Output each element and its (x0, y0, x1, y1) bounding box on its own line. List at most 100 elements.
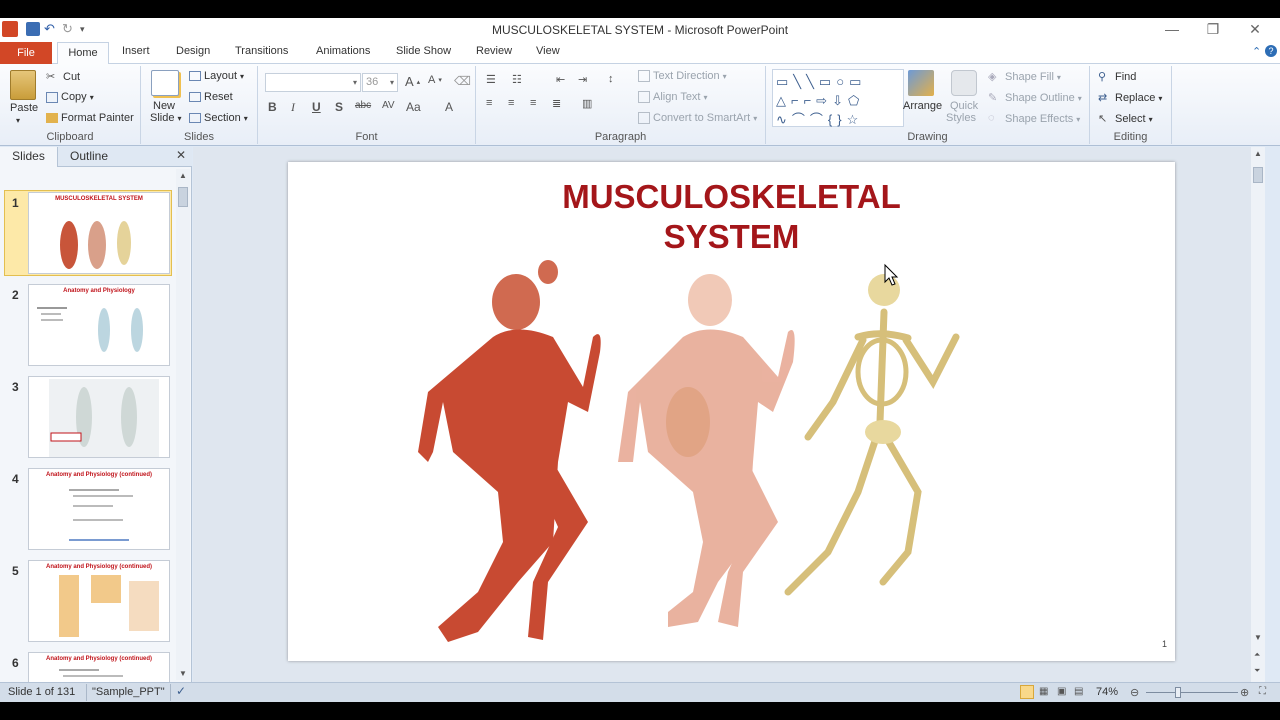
convert-smartart-button[interactable]: Convert to SmartArt ▾ (638, 112, 757, 124)
fit-to-window-icon[interactable]: ⛶ (1259, 686, 1266, 697)
font-color-icon[interactable]: A (445, 100, 453, 114)
change-case-icon[interactable]: Aa (406, 100, 421, 114)
close-icon[interactable]: ✕ (1245, 21, 1265, 38)
theme-name[interactable]: "Sample_PPT" (86, 684, 165, 701)
grow-font-icon[interactable]: A ▴ (405, 74, 420, 89)
align-center-icon[interactable]: ≡ (508, 97, 514, 109)
tab-design[interactable]: Design (176, 45, 210, 57)
tab-review[interactable]: Review (476, 45, 512, 57)
paste-icon[interactable] (10, 70, 36, 100)
thumbnail-row[interactable]: 4 Anatomy and Physiology (continued) (0, 468, 176, 556)
font-size-combo[interactable]: 36 ▾ (362, 73, 398, 92)
help-icon[interactable]: ? (1265, 45, 1277, 57)
bold-icon[interactable]: B (268, 100, 277, 114)
tab-slide-show[interactable]: Slide Show (396, 45, 451, 57)
quick-styles-button-line2[interactable]: Styles (946, 112, 976, 124)
slide-thumbnail[interactable]: Anatomy and Physiology (continued) (28, 468, 170, 550)
close-pane-icon[interactable]: ✕ (176, 148, 186, 162)
tab-transitions[interactable]: Transitions (235, 45, 288, 57)
scroll-up-icon[interactable]: ▲ (1254, 149, 1262, 158)
slide-thumbnail[interactable]: Anatomy and Physiology (continued) (28, 652, 170, 682)
format-painter-button[interactable]: Format Painter (46, 112, 134, 124)
quick-styles-button[interactable]: Quick (950, 100, 978, 112)
strikethrough-icon[interactable]: abc (355, 100, 371, 111)
cut-button[interactable]: ✂ Cut (46, 70, 80, 84)
underline-icon[interactable]: U (312, 100, 321, 114)
justify-icon[interactable]: ≣ (552, 97, 561, 110)
shapes-gallery[interactable]: ▭╲╲▭○▭ △⌐⌐⇨⇩⬠ ∿⌒⌒{}☆ (772, 69, 904, 127)
text-direction-button[interactable]: Text Direction ▾ (638, 70, 727, 82)
slide-sorter-icon[interactable]: ▦ (1039, 686, 1048, 697)
tab-view[interactable]: View (536, 45, 560, 57)
slide-thumbnail[interactable] (28, 376, 170, 458)
slide-show-icon[interactable]: ▤ (1074, 686, 1083, 697)
tab-outline[interactable]: Outline (70, 149, 108, 163)
decrease-indent-icon[interactable]: ⇤ (556, 73, 565, 86)
align-left-icon[interactable]: ≡ (486, 97, 492, 109)
minimize-icon[interactable]: — (1162, 21, 1182, 37)
workspace-scrollbar[interactable]: ▲ ▼ ⏶ ⏷ (1251, 147, 1265, 682)
align-text-button[interactable]: Align Text ▾ (638, 91, 708, 103)
reset-button[interactable]: Reset (189, 91, 233, 103)
zoom-out-icon[interactable]: ⊖ (1130, 686, 1139, 699)
increase-indent-icon[interactable]: ⇥ (578, 73, 587, 86)
tab-animations[interactable]: Animations (316, 45, 370, 57)
previous-slide-icon[interactable]: ⏶ (1254, 650, 1260, 660)
paste-button[interactable]: Paste (10, 102, 38, 114)
maximize-icon[interactable]: ❐ (1203, 21, 1223, 38)
new-slide-button[interactable]: New (153, 100, 175, 112)
normal-view-icon[interactable] (1020, 685, 1034, 699)
clear-formatting-icon[interactable]: ⌫ (454, 74, 471, 88)
tab-insert[interactable]: Insert (122, 45, 150, 57)
zoom-slider-thumb[interactable] (1175, 687, 1181, 698)
slide-thumbnail[interactable]: Anatomy and Physiology (continued) (28, 560, 170, 642)
tab-home[interactable]: Home (57, 42, 109, 65)
thumbnail-row[interactable]: 1 MUSCULOSKELETAL SYSTEM (0, 192, 176, 280)
new-slide-button-line2[interactable]: Slide ▾ (150, 112, 181, 124)
font-name-combo[interactable]: ▾ (265, 73, 361, 92)
shrink-font-icon[interactable]: A ▾ (428, 74, 442, 86)
zoom-level[interactable]: 74% (1096, 686, 1118, 698)
copy-button[interactable]: Copy ▾ (46, 91, 94, 103)
text-shadow-icon[interactable]: S (335, 100, 343, 114)
ribbon-collapse-icon[interactable]: ⌃ (1252, 45, 1261, 58)
shape-effects-button[interactable]: ◌ Shape Effects ▾ (988, 112, 1080, 126)
shape-fill-button[interactable]: ◈ Shape Fill ▾ (988, 70, 1061, 84)
slide-canvas[interactable]: MUSCULOSKELETAL SYSTEM 1 (288, 162, 1175, 661)
character-spacing-icon[interactable]: AV (382, 100, 395, 111)
pane-scrollbar[interactable]: ▲ ▼ (176, 169, 190, 680)
thumbnail-row[interactable]: 6 Anatomy and Physiology (continued) (0, 652, 176, 682)
scroll-down-icon[interactable]: ▼ (179, 669, 187, 678)
thumbnail-row[interactable]: 2 Anatomy and Physiology (0, 284, 176, 372)
anatomy-running-figures-image[interactable] (288, 162, 1175, 661)
select-button[interactable]: ↖ Select ▾ (1098, 112, 1153, 126)
scroll-down-icon[interactable]: ▼ (1254, 633, 1262, 642)
find-button[interactable]: ⚲ Find (1098, 70, 1136, 84)
tab-slides[interactable]: Slides (0, 147, 58, 167)
replace-button[interactable]: ⇄ Replace ▾ (1098, 91, 1162, 105)
paste-dropdown-icon[interactable]: ▾ (16, 116, 20, 125)
thumbnail-row[interactable]: 3 (0, 376, 176, 464)
slide-thumbnail[interactable]: Anatomy and Physiology (28, 284, 170, 366)
new-slide-icon[interactable] (151, 70, 179, 96)
layout-button[interactable]: Layout ▾ (189, 70, 244, 82)
tab-file[interactable]: File (0, 42, 52, 64)
line-spacing-icon[interactable]: ↕ (608, 73, 614, 85)
arrange-button[interactable]: Arrange (903, 100, 942, 112)
align-right-icon[interactable]: ≡ (530, 97, 536, 109)
scroll-up-icon[interactable]: ▲ (179, 171, 187, 180)
scroll-thumb[interactable] (1253, 167, 1263, 183)
next-slide-icon[interactable]: ⏷ (1254, 666, 1260, 676)
columns-icon[interactable]: ▥ (582, 97, 592, 110)
quick-styles-icon[interactable] (951, 70, 977, 96)
arrange-icon[interactable] (908, 70, 934, 96)
reading-view-icon[interactable]: ▣ (1057, 686, 1066, 697)
shape-outline-button[interactable]: ✎ Shape Outline ▾ (988, 91, 1082, 105)
zoom-in-icon[interactable]: ⊕ (1240, 686, 1249, 699)
section-button[interactable]: Section ▾ (189, 112, 248, 124)
italic-icon[interactable]: I (291, 100, 295, 115)
scroll-thumb[interactable] (178, 187, 188, 207)
spelling-check-icon[interactable]: ✓ (170, 684, 186, 701)
zoom-slider[interactable] (1146, 692, 1238, 693)
numbering-icon[interactable]: ☷ (512, 73, 522, 86)
